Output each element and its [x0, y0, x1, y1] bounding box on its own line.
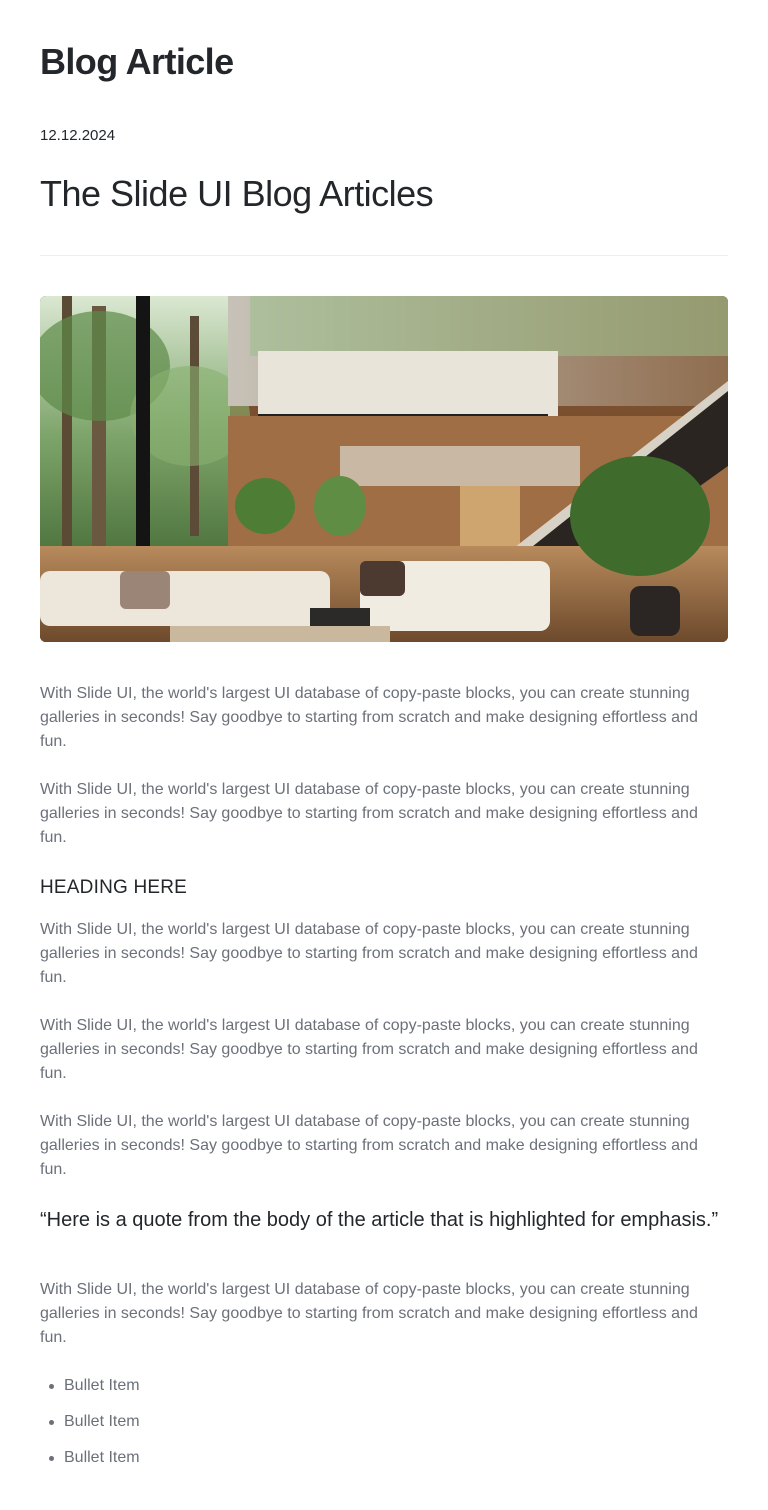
bullet-dot-icon: [49, 1384, 54, 1389]
article-paragraph: With Slide UI, the world's largest UI da…: [40, 1017, 698, 1082]
article-paragraph: With Slide UI, the world's largest UI da…: [40, 781, 698, 846]
bullet-item: Bullet Item: [40, 1374, 140, 1398]
post-date: 12.12.2024: [40, 127, 116, 144]
article-paragraph: With Slide UI, the world's largest UI da…: [40, 1113, 698, 1178]
modern-living-room-photo: [40, 296, 728, 642]
bullet-dot-icon: [49, 1456, 54, 1461]
bullet-item-label: Bullet Item: [64, 1449, 140, 1466]
bullet-dot-icon: [49, 1420, 54, 1425]
article-paragraph: With Slide UI, the world's largest UI da…: [40, 921, 698, 986]
article-title: The Slide UI Blog Articles: [40, 173, 434, 214]
hero-image: [40, 296, 728, 642]
bullet-item-label: Bullet Item: [64, 1413, 140, 1430]
article-paragraph: With Slide UI, the world's largest UI da…: [40, 1281, 698, 1346]
pull-quote: “Here is a quote from the body of the ar…: [40, 1209, 719, 1231]
article-paragraph: With Slide UI, the world's largest UI da…: [40, 685, 698, 750]
page-title: Blog Article: [40, 41, 234, 82]
bullet-item: Bullet Item: [40, 1410, 140, 1434]
bullet-item: Bullet Item: [40, 1446, 140, 1470]
bullet-item-label: Bullet Item: [64, 1377, 140, 1394]
divider: [40, 255, 728, 256]
section-heading: HEADING HERE: [40, 877, 188, 898]
bullet-list: Bullet Item Bullet Item Bullet Item: [40, 1374, 140, 1482]
